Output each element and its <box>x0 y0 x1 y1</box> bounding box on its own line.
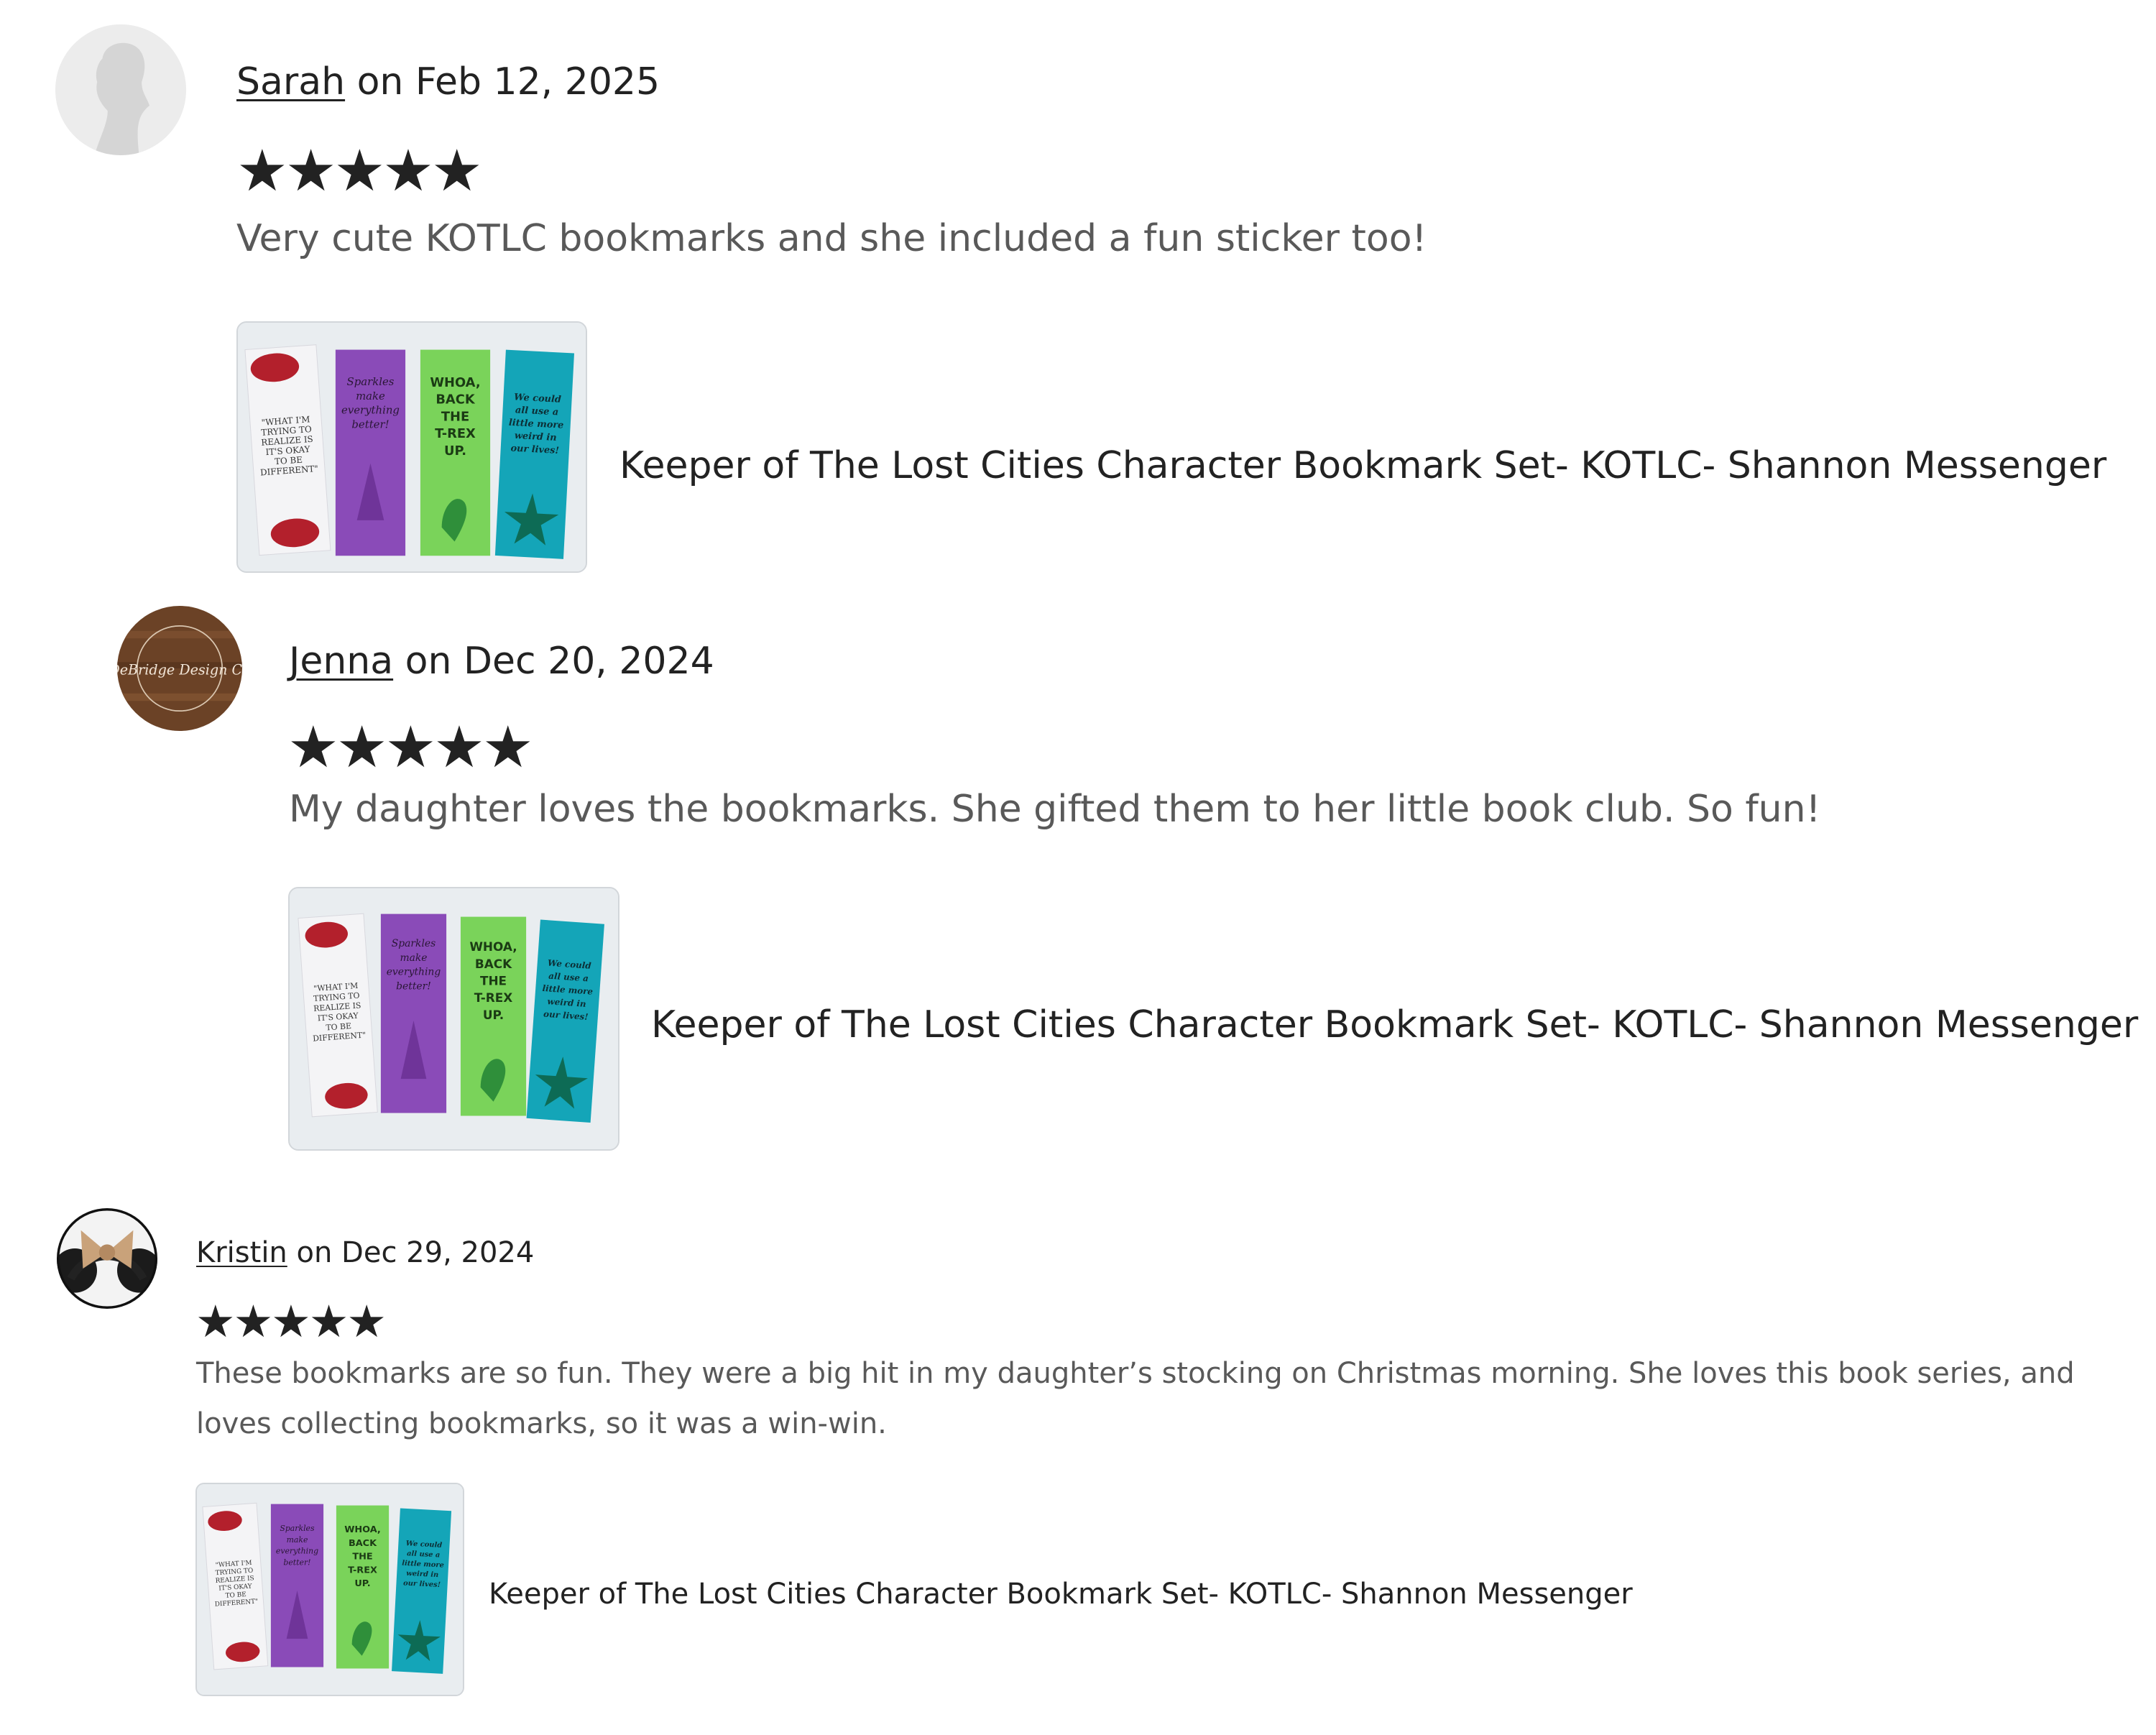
listing-title-link[interactable]: Keeper of The Lost Cities Character Book… <box>489 1574 1633 1614</box>
bookmark-3-text: T-REX <box>474 990 513 1005</box>
bookmark-set-image: "WHAT I'M TRYING TO REALIZE IS IT'S OKAY… <box>238 323 586 571</box>
listing-thumbnail[interactable]: "WHAT I'M TRYING TO REALIZE IS IT'S OKAY… <box>236 321 587 573</box>
review-text: My daughter loves the bookmarks. She gif… <box>289 788 1821 831</box>
bookmark-3-text: WHOA, <box>344 1524 381 1535</box>
bookmark-2-text: better! <box>283 1557 310 1567</box>
reviewer-name-link[interactable]: Kristin <box>196 1236 287 1269</box>
bookmark-2-text: Sparkles <box>392 938 436 949</box>
bookmark-2-text: make <box>287 1535 308 1545</box>
bookmark-3-text: WHOA, <box>469 939 517 954</box>
bookmark-3-text: T-REX <box>348 1565 377 1575</box>
bookmark-2-text: better! <box>351 418 389 431</box>
bookmark-3-text: T-REX <box>435 426 476 441</box>
default-avatar-icon <box>55 24 186 155</box>
review-date: Dec 29, 2024 <box>341 1236 535 1269</box>
bookmark-2-text: everything <box>341 404 400 417</box>
bookmark-2-text: make <box>356 390 385 402</box>
bookmark-2-text: everything <box>276 1547 318 1556</box>
review-date: Feb 12, 2025 <box>415 60 660 103</box>
reviewer-avatar[interactable]: DeBridge Design Co <box>117 606 242 731</box>
bookmark-4-text: weird in <box>514 431 556 443</box>
bookmark-3-text: UP. <box>483 1008 504 1022</box>
star-rating: ★★★★★ <box>236 137 483 204</box>
star-rating: ★★★★★ <box>287 714 534 781</box>
reviewer-name-link[interactable]: Sarah <box>236 60 345 103</box>
review-header: Sarah on Feb 12, 2025 <box>236 56 660 108</box>
star-rating: ★★★★★ <box>195 1295 387 1348</box>
reviewer-avatar[interactable] <box>57 1208 157 1309</box>
star-icon-group: ★★★★★ <box>287 714 534 781</box>
bookmark-3-text: BACK <box>436 392 476 408</box>
review-date: Dec 20, 2024 <box>463 640 714 683</box>
date-prefix: on <box>296 1236 333 1269</box>
listing-title-link[interactable]: Keeper of The Lost Cities Character Book… <box>619 440 2106 492</box>
bookmark-1-text: TO BE <box>326 1021 351 1032</box>
bookmark-2-text: everything <box>387 967 441 978</box>
bookmark-3-text: UP. <box>444 443 466 459</box>
bookmark-2-text: better! <box>396 980 431 992</box>
review-item: Sarah on Feb 12, 2025 ★★★★★ Very cute KO… <box>0 0 2156 575</box>
bookmark-4-text: all use a <box>515 405 559 418</box>
bookmark-3-text: THE <box>441 409 469 424</box>
star-icon-group: ★★★★★ <box>236 137 483 204</box>
reviewer-avatar[interactable] <box>55 24 186 155</box>
bookmark-set-image: "WHAT I'M TRYING TO REALIZE IS IT'S OKAY… <box>197 1484 463 1695</box>
bookmark-3-text: THE <box>480 974 507 988</box>
review-text: Very cute KOTLC bookmarks and she includ… <box>236 217 1427 260</box>
bookmark-set-image: "WHAT I'M TRYING TO REALIZE IS IT'S OKAY… <box>290 888 618 1149</box>
bookmark-3-text: BACK <box>475 957 512 971</box>
listing-thumbnail[interactable]: "WHAT I'M TRYING TO REALIZE IS IT'S OKAY… <box>195 1483 464 1696</box>
bookmark-3-text: THE <box>352 1552 372 1563</box>
bookmark-3-text: BACK <box>349 1538 377 1549</box>
date-prefix: on <box>405 640 452 683</box>
listing-title-link[interactable]: Keeper of The Lost Cities Character Book… <box>651 999 2138 1051</box>
mouse-ears-avatar-icon <box>57 1208 157 1309</box>
listing-thumbnail[interactable]: "WHAT I'M TRYING TO REALIZE IS IT'S OKAY… <box>288 887 619 1151</box>
shop-logo-icon: DeBridge Design Co <box>117 606 242 731</box>
bookmark-2-text: Sparkles <box>280 1524 315 1533</box>
reviewer-name-link[interactable]: Jenna <box>289 640 393 683</box>
date-prefix: on <box>356 60 404 103</box>
review-header: Jenna on Dec 20, 2024 <box>289 635 714 687</box>
review-header: Kristin on Dec 29, 2024 <box>196 1233 534 1273</box>
bookmark-4-text: weird in <box>406 1570 439 1579</box>
bookmark-3-text: WHOA, <box>430 375 480 390</box>
bookmark-3-text: UP. <box>354 1578 370 1589</box>
star-icon-group: ★★★★★ <box>195 1295 387 1348</box>
shop-logo-text: DeBridge Design Co <box>117 662 242 678</box>
bookmark-2-text: Sparkles <box>347 375 395 388</box>
review-text: These bookmarks are so fun. They were a … <box>196 1357 2075 1440</box>
bookmark-2-text: make <box>400 952 427 964</box>
